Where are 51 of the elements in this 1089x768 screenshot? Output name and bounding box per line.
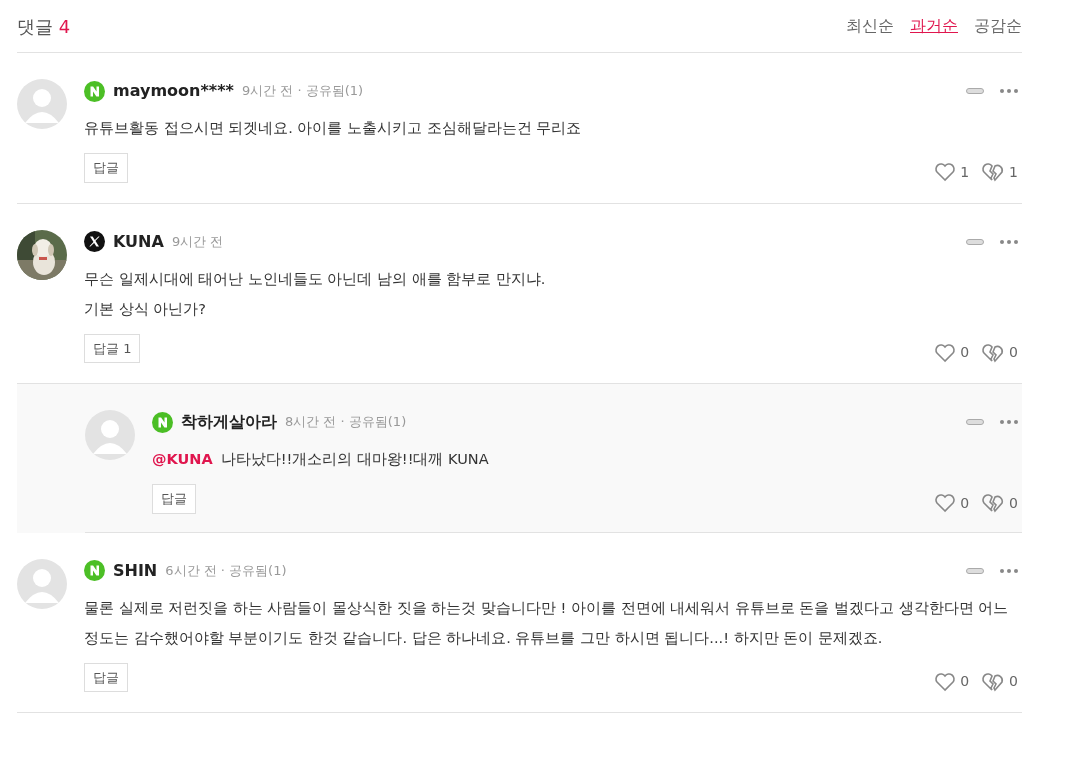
author-name[interactable]: KUNA xyxy=(113,229,164,254)
comment-text: @KUNA 나타났다!!개소리의 대마왕!!대깨 KUNA xyxy=(152,450,490,469)
comment-meta: 6시간 전 · 공유됨(1) xyxy=(165,561,287,580)
comment-meta: 9시간 전 xyxy=(171,232,224,251)
comment-meta: 8시간 전 · 공유됨(1) xyxy=(285,413,407,432)
author-name[interactable]: SHIN xyxy=(113,558,158,583)
comment-text: 유튜브활동 접으시면 되겟네요. 아이를 노출시키고 조심해달라는건 무리죠 xyxy=(84,119,583,138)
naver-badge-icon xyxy=(84,560,105,581)
comment-meta: 9시간 전 · 공유됨(1) xyxy=(241,82,364,101)
broken-heart-icon[interactable] xyxy=(981,671,1006,692)
x-badge-icon xyxy=(84,231,105,252)
heart-icon[interactable] xyxy=(934,162,957,182)
author-name[interactable]: 착하게살아라 xyxy=(181,410,277,434)
reply-button[interactable]: 답글 xyxy=(84,153,128,183)
avatar-icon xyxy=(85,410,135,460)
comment-text: 무슨 일제시대에 태어난 노인네들도 아닌데 남의 애를 함부로 만지냐. 기본 상식 아닌가? xyxy=(84,269,547,319)
heart-icon[interactable] xyxy=(934,342,957,363)
dash-icon[interactable] xyxy=(966,419,984,425)
sort-tab[interactable]: 공감순 xyxy=(974,14,1022,38)
more-icon[interactable] xyxy=(1000,568,1018,573)
sort-tab[interactable]: 과거순 xyxy=(910,14,958,38)
comments-heading: 댓글 4 xyxy=(17,14,71,39)
naver-badge-icon xyxy=(84,80,105,102)
dash-icon[interactable] xyxy=(966,238,984,245)
broken-heart-icon[interactable] xyxy=(981,342,1006,363)
reply-button[interactable]: 답글 1 xyxy=(84,333,141,363)
reply-button[interactable]: 답글 xyxy=(84,662,128,692)
dash-icon[interactable] xyxy=(966,567,984,574)
like-count: 0 xyxy=(960,672,970,691)
naver-badge-icon xyxy=(152,411,173,433)
author-name[interactable]: maymoon**** xyxy=(113,79,234,103)
reply-button[interactable]: 답글 xyxy=(152,484,196,514)
broken-heart-icon[interactable] xyxy=(981,493,1006,513)
dislike-count: 1 xyxy=(1009,162,1018,182)
dislike-count: 0 xyxy=(1009,672,1018,691)
more-icon[interactable] xyxy=(1000,89,1018,93)
avatar-icon xyxy=(17,558,67,609)
comment-text: 물론 실제로 저런짓을 하는 사람들이 몰상식한 짓을 하는것 맞습니다만 ! 아이를 전면에 내세워서 유튜브로 돈을 벌겠다고 생각한다면 어느정도는 감수했어야할 부분이기도 한것 같습니다. 답은 하나네요. 유튜브를 그만 하시면 됩니다...! 하지만 돈이 문제겠죠. xyxy=(84,598,1010,648)
like-count: 0 xyxy=(960,493,970,513)
like-count: 0 xyxy=(960,343,970,362)
avatar-icon xyxy=(17,79,67,129)
more-icon[interactable] xyxy=(1000,420,1018,424)
sort-tab[interactable]: 최신순 xyxy=(846,14,894,38)
dislike-count: 0 xyxy=(1009,343,1018,362)
more-icon[interactable] xyxy=(1000,239,1018,244)
dash-icon[interactable] xyxy=(966,88,984,94)
broken-heart-icon[interactable] xyxy=(981,162,1006,182)
heart-icon[interactable] xyxy=(934,493,957,513)
like-count: 1 xyxy=(960,162,970,182)
dislike-count: 0 xyxy=(1009,493,1018,513)
heart-icon[interactable] xyxy=(934,671,957,692)
